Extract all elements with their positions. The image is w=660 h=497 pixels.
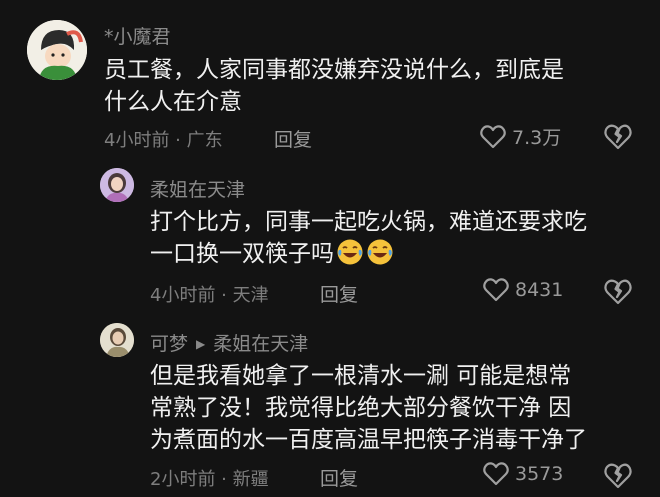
laugh-cry-emoji-icon bbox=[337, 239, 363, 265]
avatar[interactable] bbox=[100, 323, 134, 357]
like-button[interactable]: 8431 bbox=[483, 278, 563, 302]
comment-text: 但是我看她拿了一根清水一涮 可能是想常 常熟了没！我觉得比绝大部分餐饮干净 因 … bbox=[150, 360, 587, 456]
like-count: 3573 bbox=[515, 463, 564, 485]
username[interactable]: *小魔君 bbox=[104, 22, 171, 49]
heart-icon bbox=[480, 124, 506, 148]
dislike-button[interactable] bbox=[604, 279, 632, 309]
comment-line: 员工餐，人家同事都没嫌弃没说什么，到底是 bbox=[104, 57, 564, 83]
comment-line: 为煮面的水一百度高温早把筷子消毒干净了 bbox=[150, 427, 587, 453]
comment-meta: 4小时前 · 广东 bbox=[104, 126, 223, 152]
timestamp: 4小时前 bbox=[104, 130, 170, 151]
reply-button[interactable]: 回复 bbox=[320, 464, 358, 491]
profile-photo-icon bbox=[100, 168, 134, 202]
comment-meta: 4小时前 · 天津 bbox=[150, 281, 269, 307]
meta-separator: · bbox=[215, 469, 233, 490]
heart-icon bbox=[483, 278, 509, 302]
comment-text: 员工餐，人家同事都没嫌弃没说什么，到底是 什么人在介意 bbox=[104, 54, 564, 118]
reply-button[interactable]: 回复 bbox=[320, 280, 358, 307]
avatar[interactable] bbox=[100, 168, 134, 202]
timestamp: 2小时前 bbox=[150, 469, 216, 490]
comment-line: 打个比方，同事一起吃火锅，难道还要求吃 bbox=[150, 209, 587, 235]
comment-line: 什么人在介意 bbox=[104, 89, 242, 115]
like-count: 7.3万 bbox=[512, 127, 562, 149]
comment-line: 一口换一双筷子吗 bbox=[150, 241, 334, 267]
broken-heart-icon bbox=[604, 463, 632, 489]
reply-header: 可梦 ▶ 柔姐在天津 bbox=[150, 329, 308, 356]
location: 新疆 bbox=[232, 469, 269, 490]
cartoon-avatar-icon bbox=[27, 20, 87, 80]
location: 天津 bbox=[232, 285, 269, 306]
profile-photo-icon bbox=[100, 323, 134, 357]
reply-to-username[interactable]: 柔姐在天津 bbox=[213, 333, 308, 355]
comment-meta: 2小时前 · 新疆 bbox=[150, 465, 269, 491]
username[interactable]: 可梦 bbox=[150, 333, 188, 355]
comment-text: 打个比方，同事一起吃火锅，难道还要求吃 一口换一双筷子吗 bbox=[150, 206, 587, 270]
like-button[interactable]: 7.3万 bbox=[480, 123, 561, 150]
location: 广东 bbox=[186, 130, 223, 151]
dislike-button[interactable] bbox=[604, 463, 632, 493]
like-button[interactable]: 3573 bbox=[483, 462, 563, 486]
broken-heart-icon bbox=[604, 124, 632, 150]
comment-line: 常熟了没！我觉得比绝大部分餐饮干净 因 bbox=[150, 395, 572, 421]
dislike-button[interactable] bbox=[604, 124, 632, 154]
comment-line: 但是我看她拿了一根清水一涮 可能是想常 bbox=[150, 363, 572, 389]
comment-line-with-emoji: 一口换一双筷子吗 bbox=[150, 238, 587, 270]
laugh-cry-emoji-icon bbox=[367, 239, 393, 265]
meta-separator: · bbox=[169, 130, 187, 151]
avatar[interactable] bbox=[27, 20, 87, 80]
like-count: 8431 bbox=[515, 279, 564, 301]
reply-button[interactable]: 回复 bbox=[274, 125, 312, 152]
meta-separator: · bbox=[215, 285, 233, 306]
reply-arrow-icon: ▶ bbox=[196, 337, 206, 351]
timestamp: 4小时前 bbox=[150, 285, 216, 306]
heart-icon bbox=[483, 462, 509, 486]
broken-heart-icon bbox=[604, 279, 632, 305]
username[interactable]: 柔姐在天津 bbox=[150, 175, 245, 202]
